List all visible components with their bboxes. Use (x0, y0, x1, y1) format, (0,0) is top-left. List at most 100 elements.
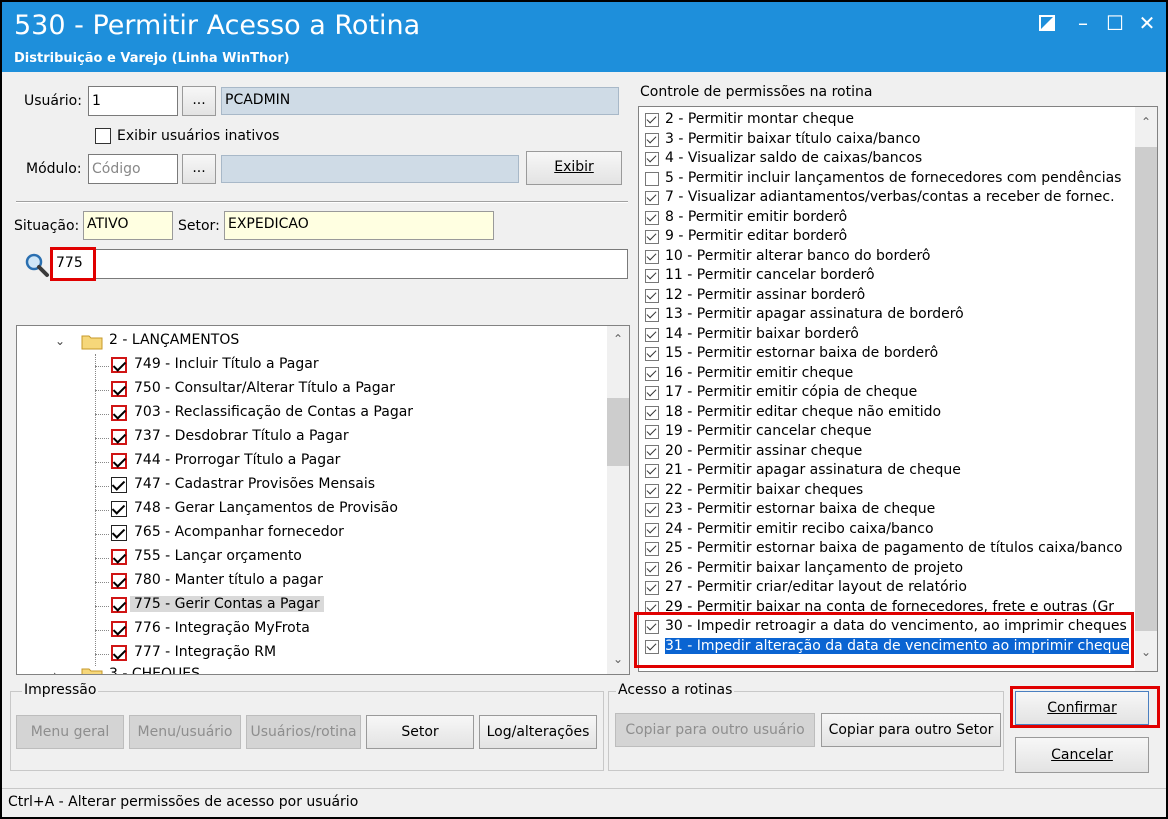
permission-checkbox[interactable] (645, 386, 659, 400)
permission-item[interactable]: 17 - Permitir emitir cópia de cheque (645, 384, 1145, 404)
collapse-arrow-icon[interactable]: ⌄ (55, 334, 65, 348)
tree-item[interactable]: 749 - Incluir Título a Pagar (17, 354, 617, 378)
tree-item-checkbox[interactable] (111, 621, 127, 637)
menu-geral-button[interactable]: Menu geral (16, 715, 124, 749)
permission-checkbox[interactable] (645, 503, 659, 517)
restore-icon[interactable] (1035, 12, 1059, 34)
permission-item[interactable]: 26 - Permitir baixar lançamento de proje… (645, 560, 1145, 580)
permission-item[interactable]: 22 - Permitir baixar cheques (645, 482, 1145, 502)
permission-item[interactable]: 20 - Permitir assinar cheque (645, 443, 1145, 463)
tree-item[interactable]: 744 - Prorrogar Título a Pagar (17, 450, 617, 474)
permission-item[interactable]: 19 - Permitir cancelar cheque (645, 423, 1145, 443)
permission-item[interactable]: 23 - Permitir estornar baixa de cheque (645, 501, 1145, 521)
permission-checkbox[interactable] (645, 366, 659, 381)
tree-item[interactable]: 755 - Lançar orçamento (17, 546, 617, 570)
tree-item-checkbox[interactable] (111, 405, 127, 421)
permission-checkbox[interactable] (645, 464, 659, 478)
tree-group-label[interactable]: 2 - LANÇAMENTOS (109, 332, 239, 348)
tree-item-checkbox[interactable] (111, 525, 127, 541)
permission-checkbox[interactable] (645, 269, 659, 283)
minimize-button[interactable]: – (1071, 12, 1095, 34)
permission-checkbox[interactable] (645, 405, 659, 420)
exibir-button[interactable]: Exibir (526, 151, 622, 185)
scroll-up-icon[interactable]: ⌃ (1135, 115, 1157, 129)
permission-item[interactable]: 9 - Permitir editar borderô (645, 228, 1145, 248)
tree-item[interactable]: 737 - Desdobrar Título a Pagar (17, 426, 617, 450)
permission-item[interactable]: 7 - Visualizar adiantamentos/verbas/cont… (645, 189, 1145, 209)
permission-checkbox[interactable] (645, 542, 659, 556)
tree-item[interactable]: 765 - Acompanhar fornecedor (17, 522, 617, 546)
permission-item[interactable]: 16 - Permitir emitir cheque (645, 365, 1145, 385)
permissions-scroll-thumb[interactable] (1135, 147, 1157, 631)
close-button[interactable]: ✕ (1135, 12, 1159, 34)
cancelar-button[interactable]: Cancelar (1015, 737, 1149, 773)
permission-checkbox[interactable] (645, 249, 659, 264)
permission-item[interactable]: 15 - Permitir estornar baixa de borderô (645, 345, 1145, 365)
permission-checkbox[interactable] (645, 444, 659, 459)
search-input[interactable]: 775 (52, 249, 628, 279)
tree-item-checkbox[interactable] (111, 381, 127, 397)
permission-item[interactable]: 8 - Permitir emitir borderô (645, 209, 1145, 229)
permission-checkbox[interactable] (645, 210, 659, 225)
permission-checkbox[interactable] (645, 113, 659, 127)
tree-scrollbar[interactable] (607, 326, 629, 674)
permission-item[interactable]: 3 - Permitir baixar título caixa/banco (645, 131, 1145, 151)
permission-checkbox[interactable] (645, 561, 659, 576)
tree-item-checkbox[interactable] (111, 477, 127, 493)
copiar-usuario-button[interactable]: Copiar para outro usuário (615, 713, 815, 747)
permission-checkbox[interactable] (645, 230, 659, 244)
tree-item-checkbox[interactable] (111, 573, 127, 589)
permission-item[interactable]: 5 - Permitir incluir lançamentos de forn… (645, 170, 1145, 190)
user-code-field[interactable]: 1 (88, 86, 178, 116)
tree-item-checkbox[interactable] (111, 597, 127, 613)
permission-item[interactable]: 11 - Permitir cancelar borderô (645, 267, 1145, 287)
tree-item[interactable]: 780 - Manter título a pagar (17, 570, 617, 594)
tree-item[interactable]: 776 - Integração MyFrota (17, 618, 617, 642)
tree-item-checkbox[interactable] (111, 549, 127, 565)
permission-checkbox[interactable] (645, 171, 659, 186)
permission-item[interactable]: 18 - Permitir editar cheque não emitido (645, 404, 1145, 424)
permission-item[interactable]: 21 - Permitir apagar assinatura de chequ… (645, 462, 1145, 482)
log-alteracoes-button[interactable]: Log/alterações (479, 715, 597, 749)
permission-item[interactable]: 14 - Permitir baixar borderô (645, 326, 1145, 346)
permission-item[interactable]: 27 - Permitir criar/editar layout de rel… (645, 579, 1145, 599)
maximize-button[interactable]: ☐ (1103, 12, 1127, 34)
tree-item-checkbox[interactable] (111, 645, 127, 661)
permission-checkbox[interactable] (645, 152, 659, 166)
tree-item[interactable]: 775 - Gerir Contas a Pagar (17, 594, 617, 618)
permission-item[interactable]: 4 - Visualizar saldo de caixas/bancos (645, 150, 1145, 170)
module-code-field[interactable]: Código (88, 154, 178, 184)
setor-button[interactable]: Setor (366, 715, 474, 749)
expand-arrow-icon[interactable]: › (53, 668, 58, 674)
permission-checkbox[interactable] (645, 425, 659, 439)
permissions-list[interactable]: 2 - Permitir montar cheque 3 - Permitir b… (638, 106, 1158, 672)
permission-item[interactable]: 13 - Permitir apagar assinatura de borde… (645, 306, 1145, 326)
tree-scroll-thumb[interactable] (607, 398, 629, 466)
tree-item-checkbox[interactable] (111, 357, 127, 373)
tree-item[interactable]: 703 - Reclassificação de Contas a Pagar (17, 402, 617, 426)
permission-item[interactable]: 2 - Permitir montar cheque (645, 111, 1145, 131)
tree-item[interactable]: 777 - Integração RM (17, 642, 617, 666)
tree-next-group-label[interactable]: 3 - CHEQUES (109, 666, 200, 674)
permission-item[interactable]: 24 - Permitir emitir recibo caixa/banco (645, 521, 1145, 541)
tree-item[interactable]: 748 - Gerar Lançamentos de Provisão (17, 498, 617, 522)
permission-checkbox[interactable] (645, 132, 659, 147)
show-inactive-checkbox[interactable] (95, 128, 111, 144)
module-browse-button[interactable]: ... (182, 154, 216, 184)
routine-tree[interactable]: ⌄ 2 - LANÇAMENTOS 749 - Incluir Título a… (16, 325, 630, 675)
permission-checkbox[interactable] (645, 347, 659, 361)
permission-checkbox[interactable] (645, 191, 659, 205)
permission-checkbox[interactable] (645, 522, 659, 537)
scroll-down-icon[interactable]: ⌄ (1135, 645, 1157, 659)
tree-item[interactable]: 750 - Consultar/Alterar Título a Pagar (17, 378, 617, 402)
permission-checkbox[interactable] (645, 327, 659, 342)
tree-item-checkbox[interactable] (111, 429, 127, 445)
permission-checkbox[interactable] (645, 581, 659, 595)
permission-item[interactable]: 25 - Permitir estornar baixa de pagament… (645, 540, 1145, 560)
permission-item[interactable]: 12 - Permitir assinar borderô (645, 287, 1145, 307)
tree-item-checkbox[interactable] (111, 501, 127, 517)
copiar-setor-button[interactable]: Copiar para outro Setor (821, 713, 1001, 747)
tree-item-checkbox[interactable] (111, 453, 127, 469)
permission-checkbox[interactable] (645, 288, 659, 303)
permission-item[interactable]: 10 - Permitir alterar banco do borderô (645, 248, 1145, 268)
